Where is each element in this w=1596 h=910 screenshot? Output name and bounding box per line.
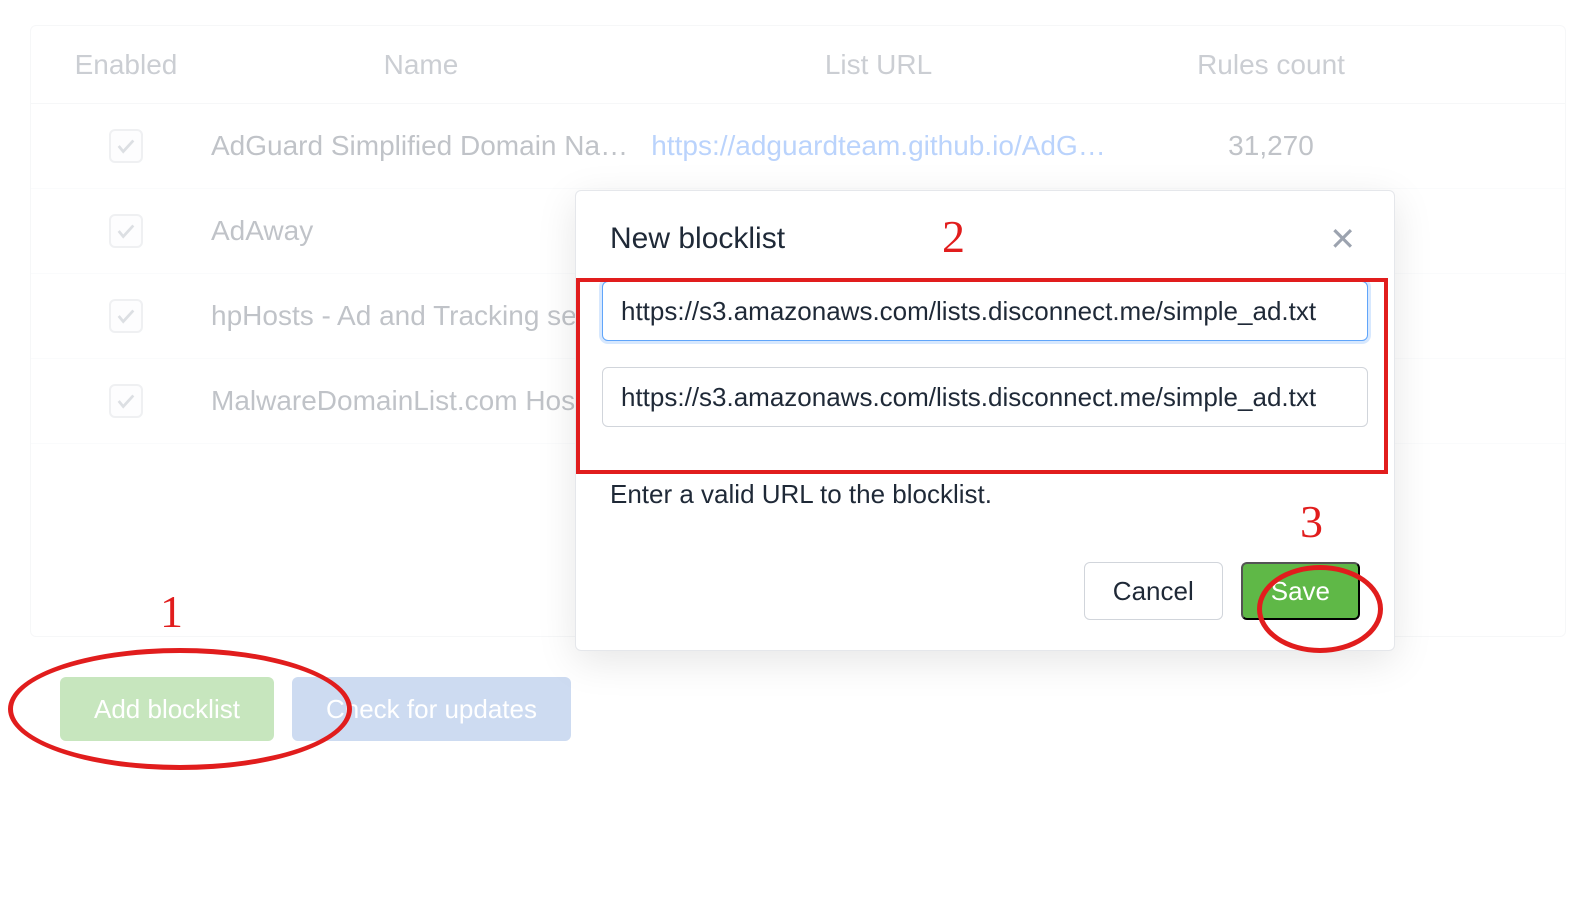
page-root: Enabled Name List URL Rules count AdGuar… (0, 0, 1596, 910)
modal-help-text: Enter a valid URL to the blocklist. (576, 453, 1394, 510)
modal-footer: Cancel Save (576, 510, 1394, 650)
save-button[interactable]: Save (1241, 562, 1360, 620)
modal-header: New blocklist ✕ (576, 191, 1394, 281)
blocklist-url-input[interactable] (602, 367, 1368, 427)
modal-title: New blocklist (610, 222, 785, 256)
new-blocklist-modal: New blocklist ✕ Enter a valid URL to the… (575, 190, 1395, 651)
cancel-button[interactable]: Cancel (1084, 562, 1223, 620)
modal-body (576, 281, 1394, 453)
close-icon[interactable]: ✕ (1325, 219, 1360, 259)
blocklist-name-input[interactable] (602, 281, 1368, 341)
